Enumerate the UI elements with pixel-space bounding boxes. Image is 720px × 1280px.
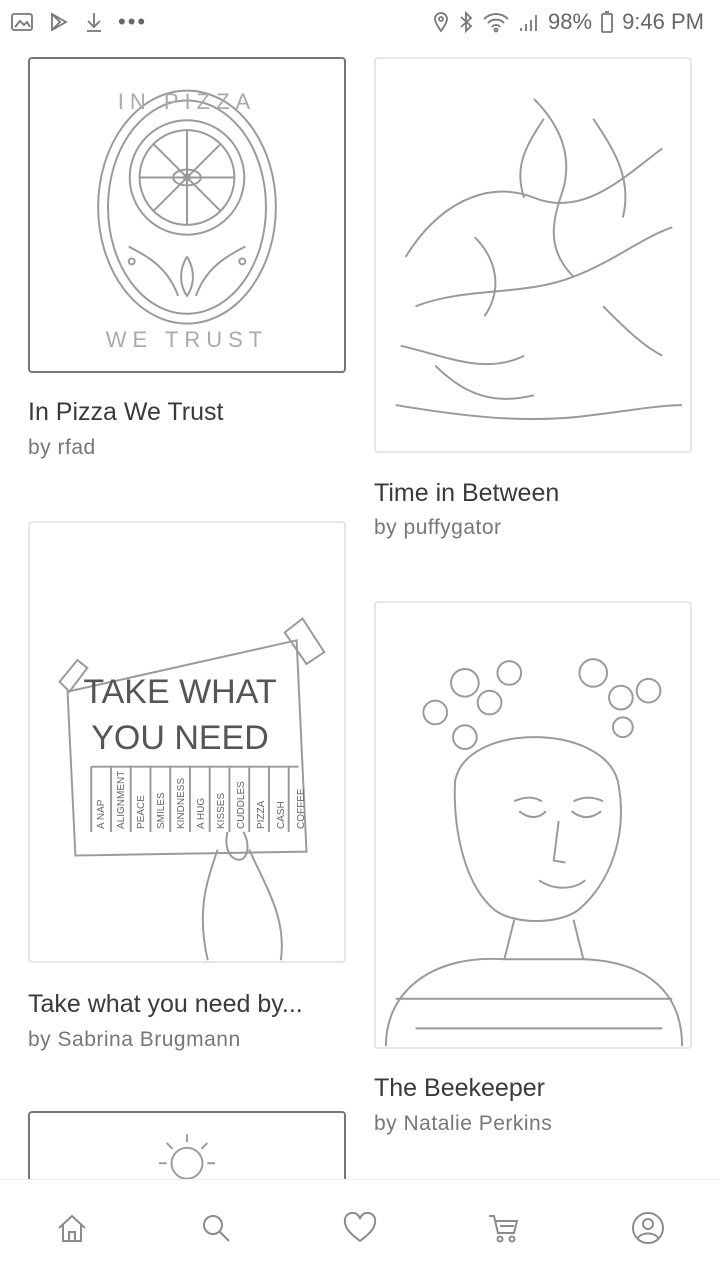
location-icon: [432, 11, 450, 33]
artwork-author[interactable]: by rfad: [28, 436, 96, 460]
home-icon: [55, 1211, 89, 1250]
wifi-icon: [482, 11, 510, 33]
cart-icon: [486, 1211, 522, 1250]
bluetooth-icon: [458, 11, 474, 33]
download-icon: [84, 11, 104, 33]
heart-icon: [342, 1211, 378, 1250]
nav-search[interactable]: [180, 1194, 252, 1266]
profile-icon: [630, 1210, 666, 1251]
nav-cart[interactable]: [468, 1194, 540, 1266]
artwork-title[interactable]: Time in Between: [374, 479, 559, 508]
image-notification-icon: [10, 11, 34, 33]
clock: 9:46 PM: [622, 9, 704, 34]
artwork-image[interactable]: [374, 57, 692, 453]
nav-favorites[interactable]: [324, 1194, 396, 1266]
battery-percent: 98%: [548, 9, 593, 34]
artwork-image[interactable]: [28, 521, 346, 963]
artwork-title[interactable]: Take what you need by...: [28, 990, 303, 1019]
artwork-author[interactable]: by puffygator: [374, 516, 502, 540]
search-icon: [199, 1211, 233, 1250]
bottom-navigation: [0, 1179, 720, 1280]
play-store-icon: [48, 11, 70, 33]
more-notifications-icon: •••: [118, 9, 148, 34]
artwork-image[interactable]: [28, 57, 346, 373]
artwork-title[interactable]: The Beekeeper: [374, 1074, 545, 1103]
artwork-title[interactable]: In Pizza We Trust: [28, 398, 223, 427]
artwork-image[interactable]: [374, 601, 692, 1049]
nav-profile[interactable]: [612, 1194, 684, 1266]
status-bar: ••• 98% 9:46 PM: [0, 0, 720, 44]
nav-home[interactable]: [36, 1194, 108, 1266]
artwork-author[interactable]: by Natalie Perkins: [374, 1112, 552, 1136]
artwork-author[interactable]: by Sabrina Brugmann: [28, 1028, 241, 1052]
battery-icon: [600, 10, 614, 34]
signal-icon: [518, 11, 540, 33]
